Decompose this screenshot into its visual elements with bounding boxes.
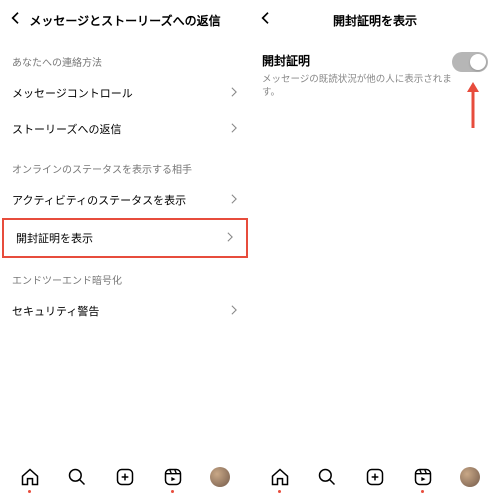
nav-search[interactable] — [316, 466, 338, 488]
chevron-right-icon — [230, 194, 238, 207]
notification-dot-icon — [278, 490, 281, 493]
row-activity-status[interactable]: アクティビティのステータスを表示 — [0, 182, 250, 218]
chevron-right-icon — [230, 123, 238, 136]
reels-icon — [163, 467, 183, 487]
row-message-control[interactable]: メッセージコントロール — [0, 75, 250, 111]
toggle-row-read-receipt: 開封証明 メッセージの既読状況が他の人に表示されます。 — [250, 40, 500, 100]
content: あなたへの連絡方法 メッセージコントロール ストーリーズへの返信 オンラインのス… — [0, 40, 250, 454]
nav-reels[interactable] — [412, 466, 434, 488]
home-icon — [20, 467, 40, 487]
back-button[interactable] — [8, 10, 24, 26]
nav-home[interactable] — [269, 466, 291, 488]
nav-create[interactable] — [364, 466, 386, 488]
nav-reels[interactable] — [162, 466, 184, 488]
header: 開封証明を表示 — [250, 0, 500, 40]
plus-square-icon — [115, 467, 135, 487]
back-button[interactable] — [258, 10, 274, 26]
screen-read-receipt: 開封証明を表示 開封証明 メッセージの既読状況が他の人に表示されます。 — [250, 0, 500, 500]
chevron-right-icon — [230, 87, 238, 100]
bottom-nav — [250, 454, 500, 500]
home-icon — [270, 467, 290, 487]
row-label: ストーリーズへの返信 — [12, 121, 121, 137]
nav-profile[interactable] — [209, 466, 231, 488]
search-icon — [317, 467, 337, 487]
header: メッセージとストーリーズへの返信 — [0, 0, 250, 40]
content: 開封証明 メッセージの既読状況が他の人に表示されます。 — [250, 40, 500, 454]
page-title: 開封証明を表示 — [333, 12, 417, 29]
plus-square-icon — [365, 467, 385, 487]
toggle-label: 開封証明 — [262, 52, 452, 69]
row-security-alert[interactable]: セキュリティ警告 — [0, 293, 250, 329]
row-stories-reply[interactable]: ストーリーズへの返信 — [0, 111, 250, 147]
chevron-right-icon — [226, 232, 234, 245]
nav-create[interactable] — [114, 466, 136, 488]
notification-dot-icon — [171, 490, 174, 493]
avatar-icon — [210, 467, 230, 487]
section-label-online-status: オンラインのステータスを表示する相手 — [0, 147, 250, 182]
nav-profile[interactable] — [459, 466, 481, 488]
page-title: メッセージとストーリーズへの返信 — [29, 12, 220, 29]
read-receipt-toggle[interactable] — [452, 52, 488, 72]
chevron-left-icon — [258, 10, 274, 26]
row-label: アクティビティのステータスを表示 — [12, 192, 186, 208]
row-read-receipt[interactable]: 開封証明を表示 — [2, 218, 248, 258]
screen-settings-messages: メッセージとストーリーズへの返信 あなたへの連絡方法 メッセージコントロール ス… — [0, 0, 250, 500]
row-label: メッセージコントロール — [12, 85, 133, 101]
search-icon — [67, 467, 87, 487]
chevron-left-icon — [8, 10, 24, 26]
bottom-nav — [0, 454, 250, 500]
nav-search[interactable] — [66, 466, 88, 488]
row-label: 開封証明を表示 — [16, 230, 93, 246]
notification-dot-icon — [28, 490, 31, 493]
arrow-up-icon — [466, 80, 480, 128]
nav-home[interactable] — [19, 466, 41, 488]
reels-icon — [413, 467, 433, 487]
toggle-description: メッセージの既読状況が他の人に表示されます。 — [262, 73, 452, 100]
avatar-icon — [460, 467, 480, 487]
annotation-arrow — [466, 80, 480, 128]
row-label: セキュリティ警告 — [12, 303, 99, 319]
section-label-e2e: エンドツーエンド暗号化 — [0, 258, 250, 293]
chevron-right-icon — [230, 305, 238, 318]
notification-dot-icon — [421, 490, 424, 493]
section-label-contact: あなたへの連絡方法 — [0, 40, 250, 75]
